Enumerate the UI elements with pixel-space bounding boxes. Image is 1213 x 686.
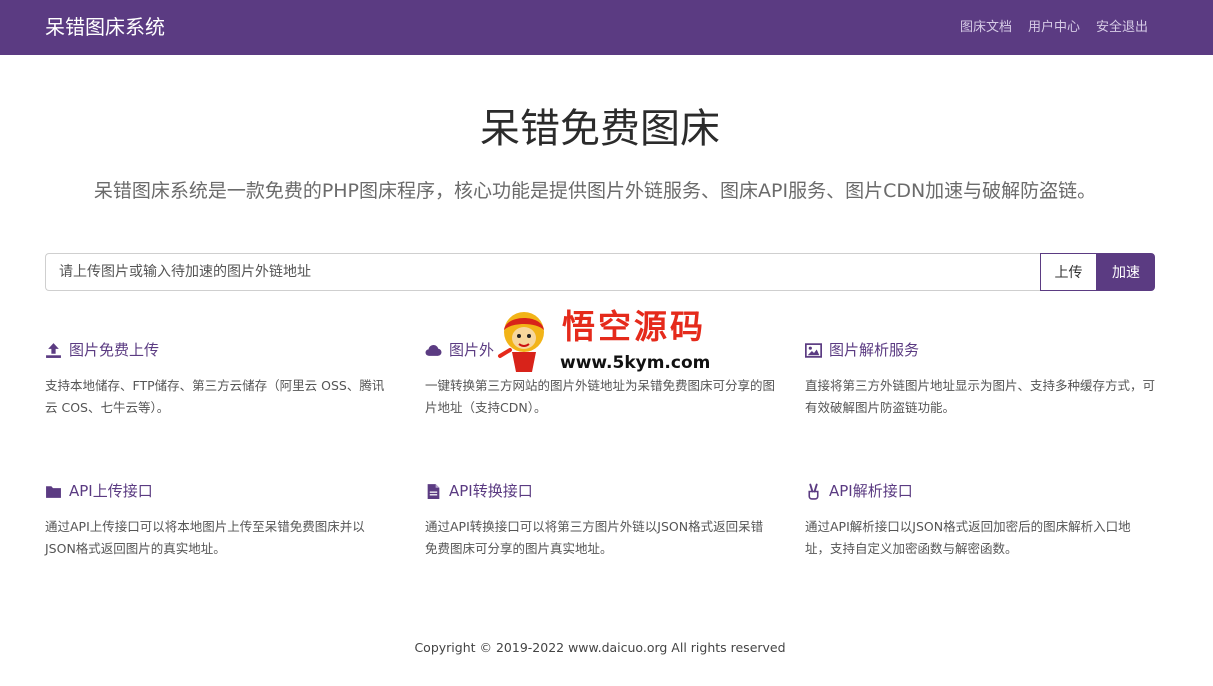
feature-description: 一键转换第三方网站的图片外链地址为呆错免费图床可分享的图片地址（支持CDN）。 <box>425 378 776 415</box>
feature-description: 通过API上传接口可以将本地图片上传至呆错免费图床并以JSON格式返回图片的真实… <box>45 519 365 556</box>
feature-api-upload: API上传接口 通过API上传接口可以将本地图片上传至呆错免费图床并以JSON格… <box>45 480 395 560</box>
nav-link-logout[interactable]: 安全退出 <box>1096 19 1148 37</box>
upload-button[interactable]: 上传 <box>1040 253 1097 291</box>
cloud-icon <box>425 344 442 356</box>
feature-title[interactable]: 图片解析服务 <box>829 339 919 361</box>
feature-image-upload: 图片免费上传 支持本地储存、FTP储存、第三方云储存（阿里云 OSS、腾讯云 C… <box>45 339 395 419</box>
watermark-url: www.5kym.com <box>560 353 711 373</box>
top-navbar: 呆错图床系统 图床文档 用户中心 安全退出 <box>0 0 1213 55</box>
page-title: 呆错免费图床 <box>480 106 720 152</box>
feature-title[interactable]: API转换接口 <box>449 480 533 502</box>
nav-links: 图床文档 用户中心 安全退出 <box>960 19 1148 37</box>
feature-description: 通过API解析接口以JSON格式返回加密后的图床解析入口地址，支持自定义加密函数… <box>805 519 1131 556</box>
upload-icon <box>46 342 61 358</box>
feature-description: 支持本地储存、FTP储存、第三方云储存（阿里云 OSS、腾讯云 COS、七牛云等… <box>45 378 385 415</box>
monkey-king-logo-icon <box>498 312 544 372</box>
nav-link-docs[interactable]: 图床文档 <box>960 19 1012 37</box>
feature-title[interactable]: API上传接口 <box>69 480 153 502</box>
victory-hand-icon <box>808 483 819 500</box>
file-icon <box>427 483 440 499</box>
feature-title[interactable]: 图片免费上传 <box>69 339 159 361</box>
nav-link-user-center[interactable]: 用户中心 <box>1028 19 1080 37</box>
image-url-input[interactable] <box>45 253 1040 291</box>
folder-icon <box>46 485 61 498</box>
feature-description: 通过API转换接口可以将第三方图片外链以JSON格式返回呆错免费图床可分享的图片… <box>425 519 764 556</box>
feature-image-parse: 图片解析服务 直接将第三方外链图片地址显示为图片、支持多种缓存方式，可有效破解图… <box>805 339 1155 419</box>
feature-api-convert: API转换接口 通过API转换接口可以将第三方图片外链以JSON格式返回呆错免费… <box>425 480 775 560</box>
image-icon <box>805 342 822 358</box>
feature-title[interactable]: API解析接口 <box>829 480 913 502</box>
watermark-title: 悟空源码 <box>562 307 706 346</box>
footer-copyright: Copyright © 2019-2022 www.daicuo.org All… <box>414 640 786 655</box>
url-input-group: 上传 加速 <box>45 253 1155 291</box>
watermark: 悟空源码 www.5kym.com <box>492 306 722 380</box>
accelerate-button[interactable]: 加速 <box>1097 253 1155 291</box>
page-subtitle: 呆错图床系统是一款免费的PHP图床程序，核心功能是提供图片外链服务、图床API服… <box>93 180 1097 202</box>
feature-api-parse: API解析接口 通过API解析接口以JSON格式返回加密后的图床解析入口地址，支… <box>805 480 1155 560</box>
feature-description: 直接将第三方外链图片地址显示为图片、支持多种缓存方式，可有效破解图片防盗链功能。 <box>805 378 1156 415</box>
brand-title[interactable]: 呆错图床系统 <box>45 14 165 41</box>
feature-title[interactable]: 图片外 <box>449 339 494 361</box>
